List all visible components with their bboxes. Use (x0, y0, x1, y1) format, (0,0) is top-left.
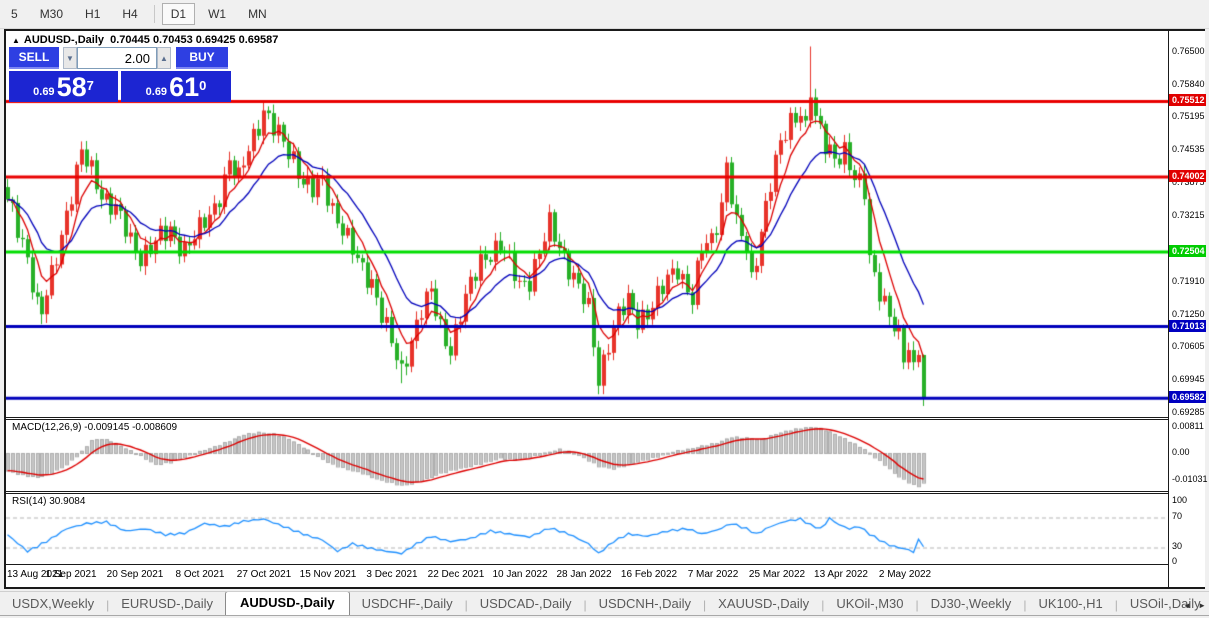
sell-price-quote[interactable]: 0.69 58 7 (9, 71, 118, 102)
rsi-tick-label: 30 (1172, 541, 1182, 551)
symbol-tab-xauusd-daily[interactable]: XAUUSD-,Daily (706, 593, 821, 615)
price-line-badge: 0.72504 (1169, 245, 1206, 257)
symbol-tab-ukoil-m30[interactable]: UKOil-,M30 (824, 593, 915, 615)
macd-chart-canvas[interactable] (6, 420, 1168, 491)
buy-price-sup: 0 (199, 72, 206, 100)
date-axis-line (6, 564, 1168, 565)
price-line-badge: 0.75512 (1169, 94, 1206, 106)
date-tick-label: 3 Dec 2021 (366, 569, 417, 580)
price-tick-label: 0.74535 (1172, 144, 1205, 154)
timeframe-button-mn[interactable]: MN (239, 3, 276, 25)
sell-price-sup: 7 (87, 72, 94, 100)
price-line-badge: 0.69582 (1169, 391, 1206, 403)
price-tick-label: 0.75840 (1172, 79, 1205, 89)
chart-area[interactable]: ▲ AUDUSD-,Daily 0.70445 0.70453 0.69425 0… (6, 31, 1168, 587)
timeframe-button-d1[interactable]: D1 (162, 3, 195, 25)
symbol-tab-eurusd-daily[interactable]: EURUSD-,Daily (109, 593, 225, 615)
symbol-tab-usdcad-daily[interactable]: USDCAD-,Daily (468, 593, 584, 615)
volume-decrease-icon[interactable]: ▼ (63, 47, 77, 69)
rsi-tick-label: 0 (1172, 556, 1177, 566)
timeframe-button-w1[interactable]: W1 (199, 3, 235, 25)
date-tick-label: 22 Dec 2021 (428, 569, 485, 580)
macd-indicator-label: MACD(12,26,9) -0.009145 -0.008609 (12, 422, 177, 433)
one-click-trade-panel: SELL ▼ 2.00 ▲ BUY 0.69 58 7 0.69 61 0 (9, 47, 234, 102)
chart-ohlc-values: 0.70445 0.70453 0.69425 0.69587 (110, 34, 278, 46)
date-tick-label: 16 Feb 2022 (621, 569, 677, 580)
macd-tick-label: 0.00 (1172, 447, 1190, 457)
price-tick-label: 0.69285 (1172, 407, 1205, 417)
symbol-tab-usdx-weekly[interactable]: USDX,Weekly (0, 593, 106, 615)
timeframe-toolbar: 5M30H1H4 D1W1MN (0, 0, 1209, 29)
price-line-badge: 0.71013 (1169, 320, 1206, 332)
macd-tick-label: 0.00811 (1172, 421, 1204, 431)
price-tick-label: 0.71910 (1172, 276, 1205, 286)
symbol-tab-audusd-daily[interactable]: AUDUSD-,Daily (225, 591, 350, 615)
volume-increase-icon[interactable]: ▲ (157, 47, 171, 69)
timeframe-button-m30[interactable]: M30 (31, 3, 72, 25)
sell-button[interactable]: SELL (9, 47, 59, 69)
symbol-tab-usdchf-daily[interactable]: USDCHF-,Daily (350, 593, 465, 615)
price-line-badge: 0.74002 (1169, 170, 1206, 182)
date-tick-label: 7 Mar 2022 (688, 569, 739, 580)
chart-window: ▲ AUDUSD-,Daily 0.70445 0.70453 0.69425 0… (4, 29, 1205, 589)
symbol-tab-dj30-weekly[interactable]: DJ30-,Weekly (919, 593, 1024, 615)
buy-price-big: 61 (169, 75, 199, 100)
rsi-chart-canvas[interactable] (6, 494, 1168, 564)
date-tick-label: 25 Mar 2022 (749, 569, 805, 580)
tab-scroll-arrows: ◄► (1176, 601, 1206, 610)
date-tick-label: 13 Apr 2022 (814, 569, 868, 580)
collapse-icon[interactable]: ▲ (12, 36, 20, 45)
date-tick-label: 28 Jan 2022 (556, 569, 611, 580)
price-tick-label: 0.71250 (1172, 309, 1205, 319)
price-tick-label: 0.76500 (1172, 46, 1205, 56)
price-axis[interactable]: 0.765000.758400.751950.745350.738750.732… (1168, 31, 1205, 587)
date-tick-label: 27 Oct 2021 (237, 569, 291, 580)
rsi-tick-label: 100 (1172, 495, 1187, 505)
date-axis[interactable]: 13 Aug 20211 Sep 202120 Sep 20218 Oct 20… (6, 566, 1168, 586)
toolbar-separator (154, 5, 155, 23)
buy-price-prefix: 0.69 (146, 84, 167, 100)
symbol-tab-usdcnh-daily[interactable]: USDCNH-,Daily (587, 593, 703, 615)
symbol-tab-bar: USDX,Weekly|EURUSD-,DailyAUDUSD-,DailyUS… (0, 591, 1209, 615)
timeframe-button-h1[interactable]: H1 (76, 3, 109, 25)
sell-price-big: 58 (57, 75, 87, 100)
price-tick-label: 0.69945 (1172, 374, 1205, 384)
tab-scroll-right-icon[interactable]: ► (1198, 601, 1206, 610)
date-tick-label: 2 May 2022 (879, 569, 931, 580)
buy-price-quote[interactable]: 0.69 61 0 (121, 71, 231, 102)
date-tick-label: 15 Nov 2021 (300, 569, 357, 580)
price-tick-label: 0.75195 (1172, 111, 1205, 121)
rsi-tick-label: 70 (1172, 511, 1182, 521)
timeframe-button-h4[interactable]: H4 (113, 3, 146, 25)
symbol-tab-uk100-h1[interactable]: UK100-,H1 (1026, 593, 1114, 615)
tab-scroll-left-icon[interactable]: ◄ (1183, 601, 1191, 610)
date-tick-label: 10 Jan 2022 (492, 569, 547, 580)
rsi-indicator-label: RSI(14) 30.9084 (12, 496, 85, 507)
date-tick-label: 20 Sep 2021 (107, 569, 164, 580)
chart-symbol-period: AUDUSD-,Daily (24, 34, 104, 46)
sell-price-prefix: 0.69 (33, 84, 54, 100)
price-tick-label: 0.70605 (1172, 341, 1205, 351)
price-tick-label: 0.73215 (1172, 210, 1205, 220)
buy-button[interactable]: BUY (176, 47, 228, 69)
chart-title: ▲ AUDUSD-,Daily 0.70445 0.70453 0.69425 0… (12, 34, 278, 46)
macd-tick-label: -0.01031 (1172, 474, 1208, 484)
date-tick-label: 8 Oct 2021 (176, 569, 225, 580)
date-tick-label: 1 Sep 2021 (45, 569, 96, 580)
volume-input[interactable]: 2.00 (77, 47, 157, 69)
timeframe-button-5[interactable]: 5 (2, 3, 27, 25)
